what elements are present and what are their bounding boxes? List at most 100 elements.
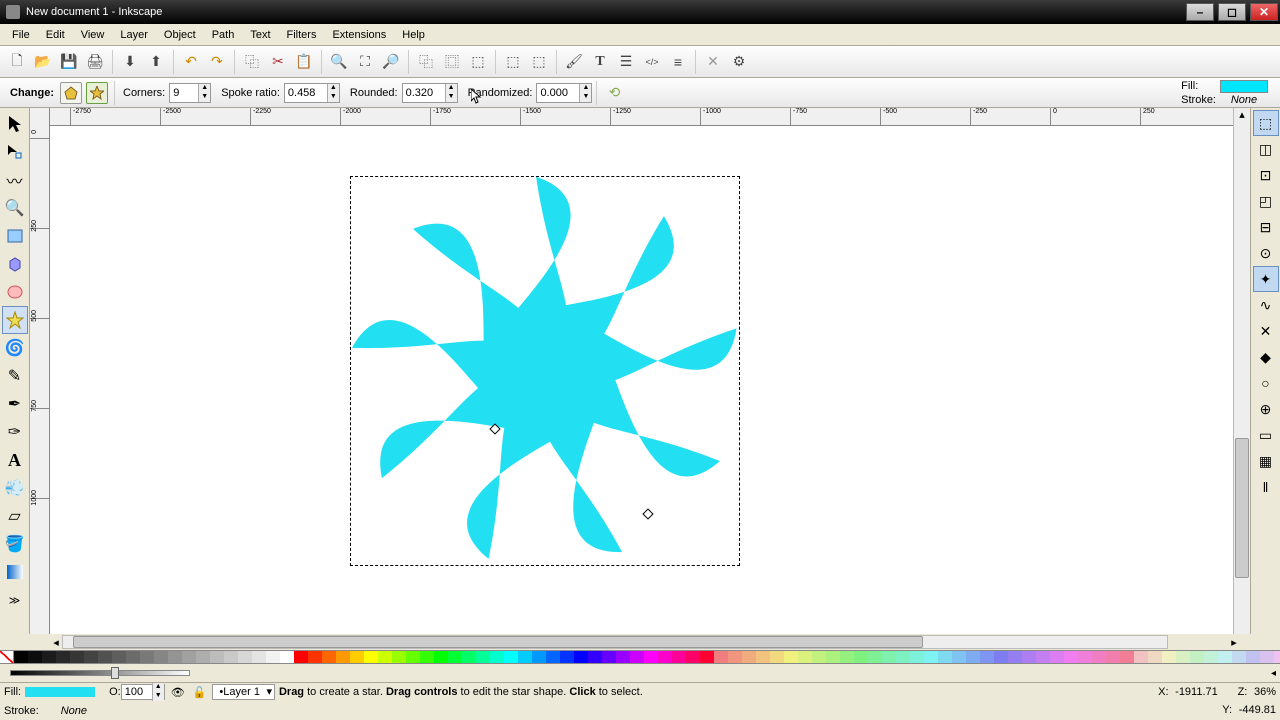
swatch[interactable] [196,651,210,663]
tweak-tool[interactable]: 〰 [2,166,28,194]
swatch[interactable] [336,651,350,663]
menu-extensions[interactable]: Extensions [324,27,394,43]
save-button[interactable] [57,50,81,74]
swatch[interactable] [616,651,630,663]
snap-edge-icon[interactable]: ⊡ [1253,162,1279,188]
swatch[interactable] [1260,651,1274,663]
doc-properties-button[interactable] [727,50,751,74]
swatch[interactable] [280,651,294,663]
spray-tool[interactable]: 💨 [2,474,28,502]
close-button[interactable]: ✕ [1250,3,1278,21]
menu-layer[interactable]: Layer [112,27,156,43]
rounded-field[interactable] [403,86,445,100]
menu-filters[interactable]: Filters [279,27,325,43]
swatch[interactable] [168,651,182,663]
snap-node-icon[interactable]: ✦ [1253,266,1279,292]
swatch[interactable] [462,651,476,663]
rounded-down[interactable]: ▼ [445,93,457,102]
ellipse-tool[interactable] [2,278,28,306]
node-tool[interactable] [2,138,28,166]
zoom-page-button[interactable] [379,50,403,74]
reset-defaults-button[interactable]: ⟲ [602,81,626,105]
export-button[interactable] [144,50,168,74]
swatch[interactable] [798,651,812,663]
snap-midpoint-icon[interactable]: ⊟ [1253,214,1279,240]
swatch[interactable] [728,651,742,663]
swatch[interactable] [1134,651,1148,663]
star-mode-button[interactable] [86,82,108,104]
snap-center-icon[interactable]: ⊙ [1253,240,1279,266]
swatch[interactable] [1022,651,1036,663]
canvas[interactable] [50,126,1233,634]
swatch[interactable] [756,651,770,663]
swatch[interactable] [630,651,644,663]
swatch[interactable] [742,651,756,663]
swatch[interactable] [378,651,392,663]
snap-enable[interactable]: ⬚ [1253,110,1279,136]
swatch[interactable] [1148,651,1162,663]
unlink-clone-button[interactable] [466,50,490,74]
palette-scrollbar[interactable] [10,670,190,676]
swatch[interactable] [476,651,490,663]
swatch[interactable] [1106,651,1120,663]
print-button[interactable] [83,50,107,74]
snap-grid-icon[interactable]: ▦ [1253,448,1279,474]
new-button[interactable] [5,50,29,74]
randomized-field[interactable] [537,86,579,100]
swatch[interactable] [1064,651,1078,663]
group-button[interactable] [501,50,525,74]
swatch[interactable] [448,651,462,663]
menu-path[interactable]: Path [204,27,243,43]
zoom-selection-button[interactable] [327,50,351,74]
more-tools[interactable]: ≫ [2,586,28,614]
minimize-button[interactable]: – [1186,3,1214,21]
spoke-input[interactable]: ▲▼ [284,83,340,103]
menu-object[interactable]: Object [156,27,204,43]
cut-button[interactable] [266,50,290,74]
snap-intersect-icon[interactable]: ✕ [1253,318,1279,344]
align-button[interactable] [666,50,690,74]
randomized-input[interactable]: ▲▼ [536,83,592,103]
rect-tool[interactable] [2,222,28,250]
fill-swatch[interactable] [1220,80,1268,93]
menu-file[interactable]: File [4,27,38,43]
pencil-tool[interactable]: ✎ [2,362,28,390]
snap-page-icon[interactable]: ▭ [1253,422,1279,448]
scrollbar-horizontal[interactable] [62,635,1168,649]
fill-stroke-button[interactable] [562,50,586,74]
clone-button[interactable] [440,50,464,74]
zoom-drawing-button[interactable] [353,50,377,74]
swatch[interactable] [1050,651,1064,663]
scrollbar-h-thumb[interactable] [73,636,923,648]
corners-field[interactable] [170,86,198,100]
maximize-button[interactable]: ◻ [1218,3,1246,21]
swatch-none[interactable] [0,651,14,663]
swatch[interactable] [952,651,966,663]
opacity-input[interactable]: ▲▼ [121,684,165,700]
swatch[interactable] [700,651,714,663]
swatch[interactable] [770,651,784,663]
duplicate-button[interactable] [414,50,438,74]
swatch[interactable] [1232,651,1246,663]
box3d-tool[interactable] [2,250,28,278]
swatch[interactable] [1190,651,1204,663]
swatch[interactable] [504,651,518,663]
spoke-up[interactable]: ▲ [327,84,339,93]
swatch[interactable] [714,651,728,663]
xml-editor-button[interactable] [640,50,664,74]
swatch[interactable] [840,651,854,663]
snap-bbox-icon[interactable]: ◫ [1253,136,1279,162]
swatch[interactable] [686,651,700,663]
swatch[interactable] [308,651,322,663]
swatch[interactable] [910,651,924,663]
open-button[interactable] [31,50,55,74]
star-tool[interactable] [2,306,28,334]
swatch[interactable] [490,651,504,663]
swatch[interactable] [322,651,336,663]
snap-smooth-icon[interactable]: ○ [1253,370,1279,396]
calligraphy-tool[interactable]: ✑ [2,418,28,446]
swatch[interactable] [1008,651,1022,663]
swatch[interactable] [812,651,826,663]
swatch[interactable] [350,651,364,663]
swatch[interactable] [1274,651,1280,663]
